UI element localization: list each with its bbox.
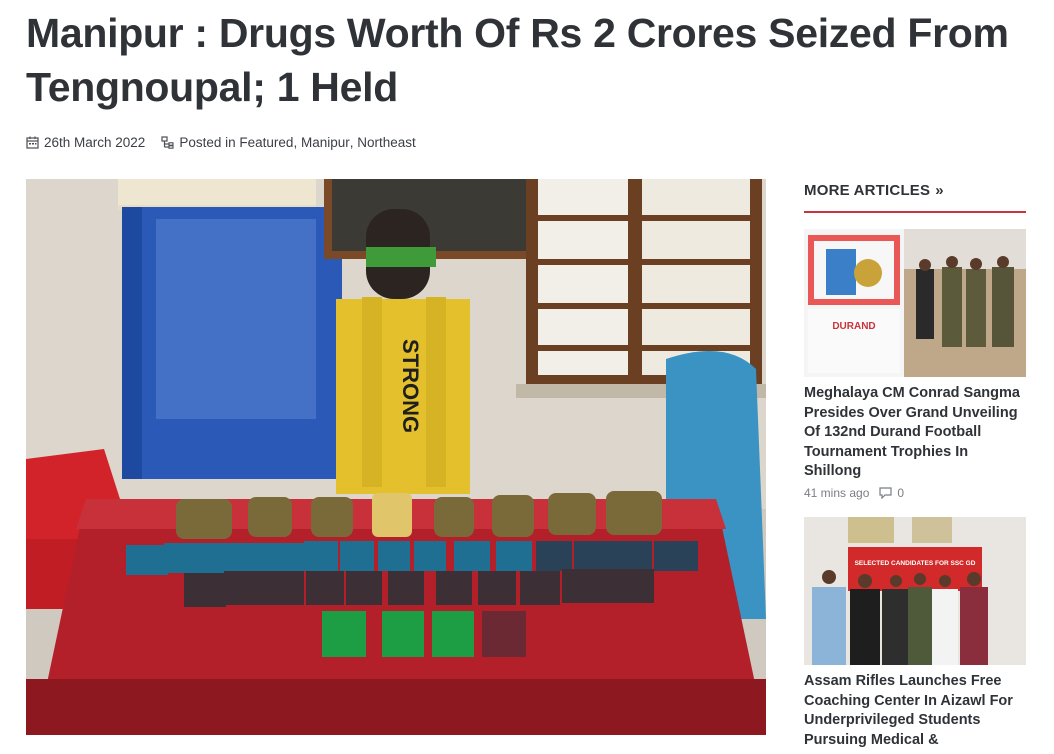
posted-in-label: Posted in — [179, 134, 236, 150]
sidebar-article-title[interactable]: Meghalaya CM Conrad Sangma Presides Over… — [804, 384, 1026, 482]
comment-icon — [879, 486, 893, 499]
double-chevron-right-icon: » — [935, 182, 944, 199]
article-thumbnail[interactable]: DURAND — [804, 229, 1026, 377]
more-articles-heading[interactable]: MORE ARTICLES » — [804, 178, 1026, 203]
calendar-icon — [26, 136, 39, 149]
sidebar-article-meta: 41 mins ago 0 — [804, 486, 1026, 500]
category-link-featured[interactable]: Featured — [239, 135, 293, 150]
svg-text:DURAND: DURAND — [832, 321, 875, 332]
category-link-manipur[interactable]: Manipur — [301, 135, 350, 150]
comment-count[interactable]: 0 — [897, 486, 904, 500]
svg-text:SELECTED CANDIDATES FOR SSC GD: SELECTED CANDIDATES FOR SSC GD — [855, 560, 976, 567]
sidebar-article-card[interactable]: DURAND Meghalaya CM Conrad Sangma Presid… — [804, 229, 1026, 500]
category-link-northeast[interactable]: Northeast — [357, 135, 416, 150]
sidebar-article-title[interactable]: Assam Rifles Launches Free Coaching Cent… — [804, 672, 1026, 750]
article-time: 41 mins ago — [804, 485, 870, 500]
more-articles-sidebar: MORE ARTICLES » DURAND Meghalaya CM Conr… — [804, 178, 1026, 748]
publish-date: 26th March 2022 — [44, 134, 146, 150]
article-thumbnail[interactable]: SELECTED CANDIDATES FOR SSC GD — [804, 517, 1026, 665]
category-icon — [161, 135, 174, 149]
sidebar-article-card[interactable]: SELECTED CANDIDATES FOR SSC GD Assam Rif… — [804, 517, 1026, 750]
article-meta: 26th March 2022 Posted in Featured, Mani… — [26, 131, 416, 153]
heading-divider — [804, 211, 1026, 213]
article-title: Manipur : Drugs Worth Of Rs 2 Crores Sei… — [26, 10, 1009, 110]
hero-image: STRONG — [26, 179, 766, 735]
shirt-text: STRONG — [398, 339, 423, 433]
